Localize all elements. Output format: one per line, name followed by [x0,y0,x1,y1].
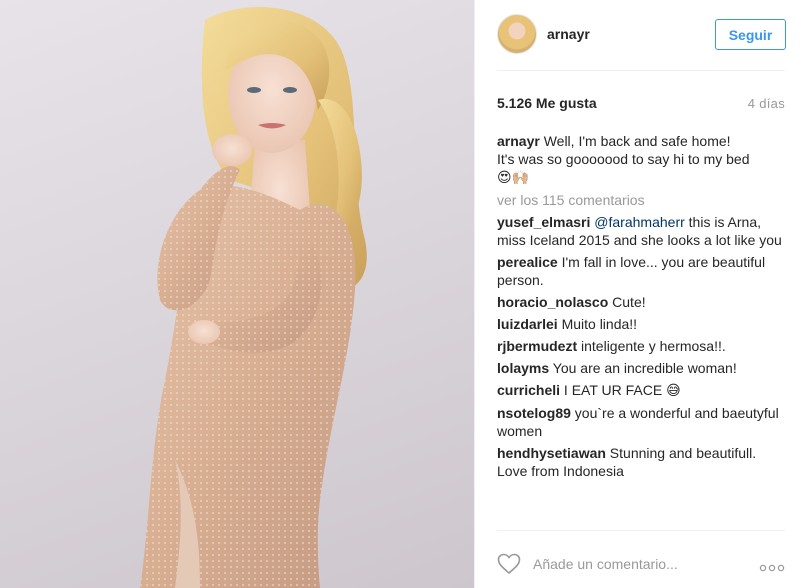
post-stats: 5.126 Me gusta 4 días [497,95,785,113]
comment-mention[interactable]: @farahmaherr [594,214,684,230]
comment-item: perealice I'm fall in love... you are be… [497,253,785,289]
caption-user[interactable]: arnayr [497,133,540,149]
comment-item: luizdarlei Muito linda!! [497,315,785,333]
comment-user[interactable]: rjbermudezt [497,338,577,354]
comment-emoji: 😅 [666,383,681,399]
comment-text: I EAT UR FACE [560,382,667,398]
avatar[interactable] [497,14,537,54]
comment-user[interactable]: perealice [497,254,558,270]
comment-user[interactable]: nsotelog89 [497,405,571,421]
comment-user[interactable]: lolayms [497,360,549,376]
follow-button[interactable]: Seguir [715,19,786,50]
post-time[interactable]: 4 días [748,96,785,111]
comment-user[interactable]: yusef_elmasri [497,214,590,230]
caption-line-1: Well, I'm back and safe home! [543,133,731,149]
divider [497,530,785,531]
comment-user[interactable]: hendhysetiawan [497,445,606,461]
comment-user[interactable]: curricheli [497,382,560,398]
post-image [140,7,367,588]
comment-item: nsotelog89 you`re a wonderful and baeuty… [497,404,785,440]
post-photo[interactable] [0,0,474,588]
post-header: arnayr Seguir [475,0,800,70]
post-username[interactable]: arnayr [547,26,590,42]
comment-item: rjbermudezt inteligente y hermosa!!. [497,337,785,355]
comment-item: lolayms You are an incredible woman! [497,359,785,377]
comment-text: Cute! [608,294,646,310]
more-options-icon[interactable] [759,559,785,572]
view-more-comments-link[interactable]: ver los 115 comentarios [497,191,785,209]
comment-user[interactable]: horacio_nolasco [497,294,608,310]
caption-emoji: 😍🙌🏼 [497,170,530,186]
comment-item: horacio_nolasco Cute! [497,293,785,311]
comment-item: yusef_elmasri @farahmaherr this is Arna,… [497,213,785,249]
likes-count[interactable]: 5.126 Me gusta [497,95,597,111]
comment-text: inteligente y hermosa!!. [577,338,726,354]
add-comment-input[interactable] [533,552,733,576]
caption: arnayr Well, I'm back and safe home! It'… [497,132,785,187]
comments-list: arnayr Well, I'm back and safe home! It'… [497,132,785,484]
caption-line-2: It's was so gooooood to say hi to my bed [497,151,750,167]
comment-user[interactable]: luizdarlei [497,316,558,332]
heart-icon[interactable] [497,553,521,575]
comment-bar [497,550,785,578]
post-details: arnayr Seguir 5.126 Me gusta 4 días arna… [474,0,800,588]
comment-item: curricheli I EAT UR FACE 😅 [497,381,785,400]
comment-text: Muito linda!! [557,316,638,332]
comment-text: You are an incredible woman! [549,360,737,376]
divider [497,70,785,71]
comment-item: hendhysetiawan Stunning and beautifull. … [497,444,785,480]
